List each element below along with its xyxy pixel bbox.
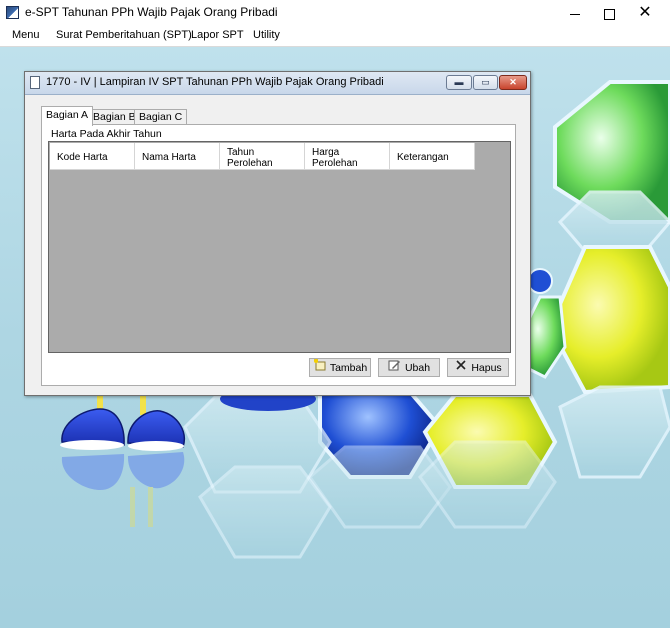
column-header-nama-harta[interactable]: Nama Harta xyxy=(135,143,220,170)
harta-table[interactable]: Kode Harta Nama Harta Tahun Perolehan Ha… xyxy=(48,141,511,353)
mascot-shoe-left xyxy=(61,408,125,446)
edit-pencil-icon xyxy=(388,359,402,377)
mascot-shoe-reflection-right xyxy=(127,452,185,489)
minimize-icon xyxy=(570,13,580,15)
tab-bagian-a[interactable]: Bagian A xyxy=(41,106,94,126)
app-title: e-SPT Tahunan PPh Wajib Pajak Orang Prib… xyxy=(25,5,278,19)
dialog-maximize-button[interactable]: ▭ xyxy=(473,75,498,90)
dialog-title: 1770 - IV | Lampiran IV SPT Tahunan PPh … xyxy=(46,76,384,88)
add-record-icon xyxy=(313,358,327,377)
hex-pale-bottom xyxy=(198,465,332,559)
menu-item-surat-pemberitahuan[interactable]: Surat Pemberitahuan (SPT) xyxy=(56,29,192,41)
table-header: Kode Harta Nama Harta Tahun Perolehan Ha… xyxy=(50,143,475,170)
hex-pale-bottom-right2 xyxy=(418,440,557,529)
column-label-line2: Perolehan xyxy=(312,157,358,169)
dialog-minimize-button[interactable]: ▬ xyxy=(446,75,472,90)
menubar: Menu Surat Pemberitahuan (SPT) Lapor SPT… xyxy=(0,26,670,47)
mascot-shoe-reflection-left xyxy=(61,454,125,490)
maximize-icon xyxy=(603,8,615,20)
mascot-leg-right xyxy=(140,395,146,415)
hapus-label: Hapus xyxy=(471,362,502,374)
app-logo-icon xyxy=(6,6,19,19)
column-header-tahun-perolehan[interactable]: Tahun Perolehan xyxy=(220,143,305,170)
tab-bagian-c[interactable]: Bagian C xyxy=(134,109,188,125)
mascot-leg-reflection-right xyxy=(148,487,153,527)
blue-badge xyxy=(527,268,553,294)
ubah-label: Ubah xyxy=(404,362,431,374)
column-label: Nama Harta xyxy=(142,152,196,163)
dialog-titlebar[interactable]: 1770 - IV | Lampiran IV SPT Tahunan PPh … xyxy=(25,72,530,95)
column-header-harga-perolehan[interactable]: Harga Perolehan xyxy=(305,143,390,170)
lampiran-iv-dialog: 1770 - IV | Lampiran IV SPT Tahunan PPh … xyxy=(24,71,531,396)
column-label: Kode Harta xyxy=(57,152,108,163)
column-header-keterangan[interactable]: Keterangan xyxy=(390,143,475,170)
column-label-line2: Perolehan xyxy=(227,157,273,169)
tambah-button[interactable]: Tambah xyxy=(309,358,371,377)
menu-item-lapor-spt[interactable]: Lapor SPT xyxy=(191,29,244,41)
window-close-button[interactable]: ✕ xyxy=(622,0,668,26)
hex-yellow-right xyxy=(547,245,670,395)
hex-pale-bottom-right xyxy=(558,385,670,479)
ubah-button[interactable]: Ubah xyxy=(378,358,440,377)
mascot-shoe-sole-right xyxy=(128,441,184,451)
app-titlebar: e-SPT Tahunan PPh Wajib Pajak Orang Prib… xyxy=(0,0,670,26)
tambah-label: Tambah xyxy=(329,362,368,374)
column-header-kode-harta[interactable]: Kode Harta xyxy=(50,143,135,170)
column-label: Keterangan xyxy=(397,152,449,163)
mascot-shoe-sole-left xyxy=(60,440,124,450)
column-label-line1: Tahun xyxy=(227,146,255,158)
mascot-leg-reflection-left xyxy=(130,487,135,527)
group-label-harta: Harta Pada Akhir Tahun xyxy=(51,128,162,140)
tab-bagian-b[interactable]: Bagian B xyxy=(88,109,141,125)
document-icon xyxy=(30,76,40,89)
menu-item-utility[interactable]: Utility xyxy=(253,29,280,41)
column-label-line1: Harga xyxy=(312,146,340,158)
hapus-button[interactable]: Hapus xyxy=(447,358,509,377)
delete-x-icon xyxy=(454,359,468,377)
menu-item-menu[interactable]: Menu xyxy=(12,29,40,41)
dialog-close-button[interactable]: ✕ xyxy=(499,75,527,90)
